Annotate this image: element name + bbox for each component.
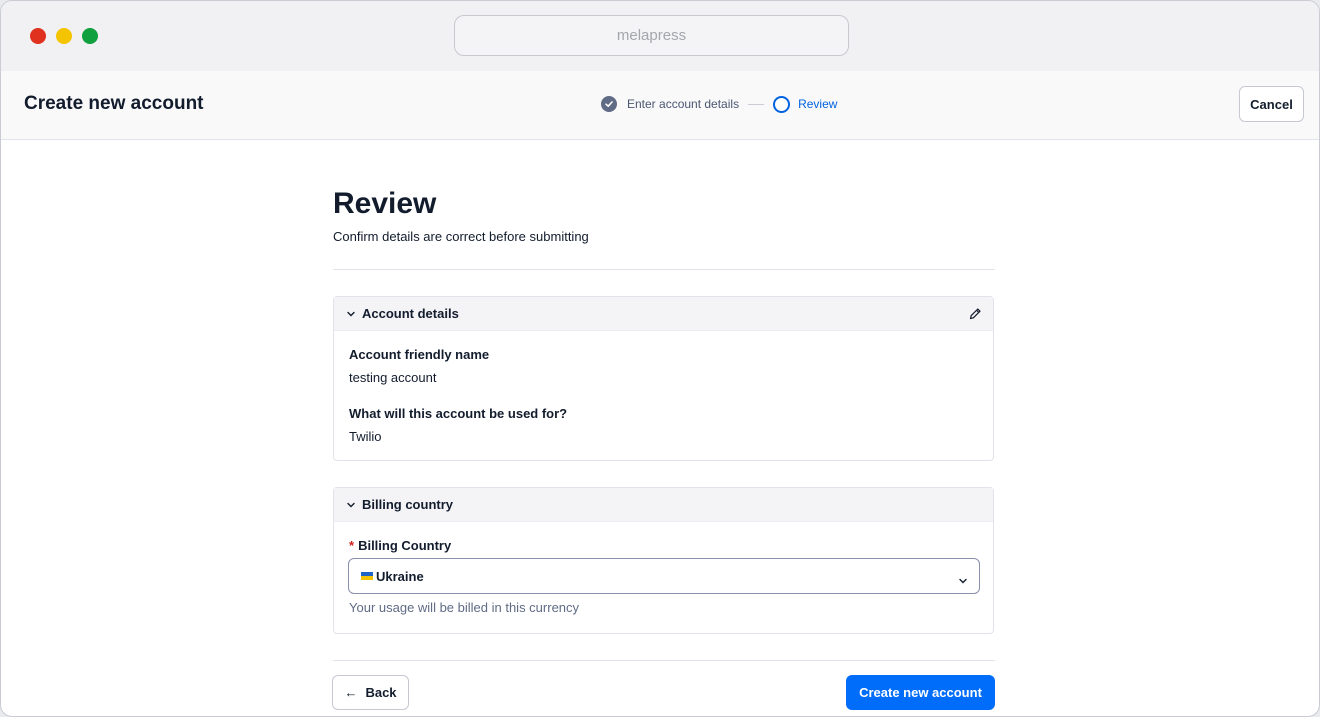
account-details-heading: Account details	[362, 306, 459, 321]
pencil-icon[interactable]	[968, 307, 982, 324]
chevron-down-icon	[347, 311, 355, 317]
step-separator	[748, 103, 765, 105]
title-bar: melapress	[1, 1, 1319, 71]
billing-country-select[interactable]: Ukraine	[348, 558, 980, 594]
circle-icon	[773, 95, 791, 113]
ukraine-flag-icon	[361, 572, 373, 580]
back-button-label: Back	[365, 685, 397, 700]
account-usage-label: What will this account be used for?	[349, 406, 568, 421]
app-window: melapress Create new account Enter accou…	[0, 0, 1320, 717]
chevron-down-icon	[959, 572, 967, 587]
billing-country-selected-value: Ukraine	[376, 568, 424, 584]
billing-country-header[interactable]: Billing country	[334, 488, 993, 522]
step-enter-account-details: Enter account details	[627, 97, 740, 111]
billing-country-label: * Billing Country	[349, 538, 451, 553]
cancel-button[interactable]: Cancel	[1239, 86, 1304, 122]
arrow-left-icon: ←	[344, 685, 358, 700]
maximize-window-button[interactable]	[82, 28, 98, 44]
close-window-button[interactable]	[30, 28, 46, 44]
review-subtitle: Confirm details are correct before submi…	[333, 229, 589, 244]
progress-stepper: Enter account details Review	[601, 95, 837, 113]
account-details-header[interactable]: Account details	[334, 297, 993, 331]
billing-country-label-text: Billing Country	[358, 538, 452, 553]
back-button[interactable]: ← Back	[332, 675, 409, 710]
address-bar-text: melapress	[616, 27, 687, 44]
divider	[333, 269, 995, 270]
billing-help-text: Your usage will be billed in this curren…	[349, 600, 580, 615]
account-friendly-name-value: testing account	[349, 370, 437, 385]
page-header: Create new account Enter account details…	[1, 71, 1319, 140]
billing-country-heading: Billing country	[362, 497, 453, 512]
billing-country-card: Billing country * Billing Country Ukraine…	[333, 487, 994, 634]
check-circle-icon	[601, 96, 617, 112]
create-new-account-button[interactable]: Create new account	[846, 675, 995, 710]
account-details-card: Account details Account friendly name te…	[333, 296, 994, 461]
required-marker: *	[349, 538, 355, 553]
account-usage-value: Twilio	[349, 429, 382, 444]
divider	[333, 660, 995, 661]
address-bar[interactable]: melapress	[454, 15, 849, 56]
page-title: Create new account	[24, 93, 204, 114]
minimize-window-button[interactable]	[56, 28, 72, 44]
chevron-down-icon	[347, 502, 355, 508]
account-friendly-name-label: Account friendly name	[349, 347, 490, 362]
review-heading: Review	[333, 187, 437, 220]
step-review: Review	[798, 97, 838, 111]
